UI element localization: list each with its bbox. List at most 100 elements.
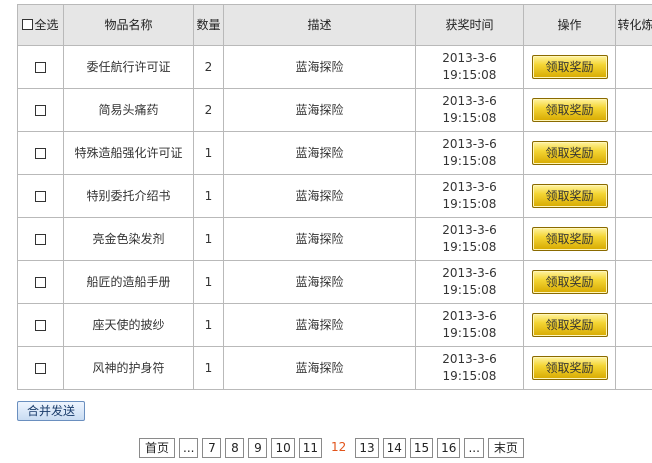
award-time: 19:15:08 <box>442 111 497 125</box>
table-row: 委任航行许可证 2 蓝海探险 2013-3-6 19:15:08 领取奖励 <box>17 45 652 89</box>
award-time: 19:15:08 <box>442 154 497 168</box>
table-header-row: 全选 物品名称 数量 描述 获奖时间 操作 转化炼成 <box>17 4 652 46</box>
claim-reward-button[interactable]: 领取奖励 <box>531 227 608 251</box>
page-link[interactable]: 10 <box>271 438 295 458</box>
quantity-cell: 1 <box>193 346 224 390</box>
page-link[interactable]: 13 <box>355 438 379 458</box>
pager-ellipsis-right[interactable]: ... <box>464 438 484 458</box>
row-select-cell <box>17 260 64 304</box>
award-time: 19:15:08 <box>442 68 497 82</box>
table-row: 风神的护身符 1 蓝海探险 2013-3-6 19:15:08 领取奖励 <box>17 346 652 390</box>
page-link[interactable]: 16 <box>437 438 461 458</box>
item-name-cell: 委任航行许可证 <box>63 45 194 89</box>
time-header: 获奖时间 <box>415 4 524 46</box>
action-cell: 领取奖励 <box>523 346 616 390</box>
action-cell: 领取奖励 <box>523 303 616 347</box>
row-select-cell <box>17 45 64 89</box>
item-name-cell: 船匠的造船手册 <box>63 260 194 304</box>
claim-reward-button[interactable]: 领取奖励 <box>531 98 608 122</box>
claim-reward-button[interactable]: 领取奖励 <box>531 270 608 294</box>
action-cell: 领取奖励 <box>523 45 616 89</box>
quantity-cell: 2 <box>193 88 224 132</box>
item-name-cell: 座天使的披纱 <box>63 303 194 347</box>
convert-cell <box>615 45 652 89</box>
award-date: 2013-3-6 <box>442 51 497 65</box>
page-link[interactable]: 11 <box>298 438 323 458</box>
convert-cell <box>615 346 652 390</box>
quantity-cell: 1 <box>193 260 224 304</box>
description-cell: 蓝海探险 <box>223 174 416 218</box>
claim-reward-button[interactable]: 领取奖励 <box>531 55 608 79</box>
current-page: 12 <box>326 438 352 456</box>
page-link[interactable]: 15 <box>409 438 434 458</box>
award-date: 2013-3-6 <box>442 352 497 366</box>
row-checkbox[interactable] <box>35 362 46 374</box>
quantity-cell: 2 <box>193 45 224 89</box>
quantity-header: 数量 <box>193 4 224 46</box>
quantity-cell: 1 <box>193 217 224 261</box>
description-cell: 蓝海探险 <box>223 45 416 89</box>
time-cell: 2013-3-6 19:15:08 <box>415 260 524 304</box>
convert-cell <box>615 303 652 347</box>
claim-reward-button[interactable]: 领取奖励 <box>531 141 608 165</box>
item-name-cell: 特殊造船强化许可证 <box>63 131 194 175</box>
page-link[interactable]: 14 <box>382 438 406 458</box>
award-time: 19:15:08 <box>442 369 497 383</box>
time-cell: 2013-3-6 19:15:08 <box>415 45 524 89</box>
award-date: 2013-3-6 <box>442 180 497 194</box>
row-select-cell <box>17 217 64 261</box>
table-row: 特殊造船强化许可证 1 蓝海探险 2013-3-6 19:15:08 领取奖励 <box>17 131 652 175</box>
table-row: 特别委托介绍书 1 蓝海探险 2013-3-6 19:15:08 领取奖励 <box>17 174 652 218</box>
award-time: 19:15:08 <box>442 240 497 254</box>
page-link[interactable]: 7 <box>202 438 222 458</box>
table-row: 船匠的造船手册 1 蓝海探险 2013-3-6 19:15:08 领取奖励 <box>17 260 652 304</box>
item-name-cell: 简易头痛药 <box>63 88 194 132</box>
table-row: 简易头痛药 2 蓝海探险 2013-3-6 19:15:08 领取奖励 <box>17 88 652 132</box>
row-select-cell <box>17 131 64 175</box>
description-header: 描述 <box>223 4 416 46</box>
pager-ellipsis-left[interactable]: ... <box>179 438 199 458</box>
item-name-header: 物品名称 <box>63 4 194 46</box>
claim-reward-button[interactable]: 领取奖励 <box>531 356 608 380</box>
last-page-link[interactable]: 末页 <box>487 438 524 458</box>
description-cell: 蓝海探险 <box>223 217 416 261</box>
page-link[interactable]: 9 <box>248 438 268 458</box>
item-name-cell: 风神的护身符 <box>63 346 194 390</box>
row-select-cell <box>17 174 64 218</box>
quantity-cell: 1 <box>193 131 224 175</box>
award-date: 2013-3-6 <box>442 223 497 237</box>
action-cell: 领取奖励 <box>523 131 616 175</box>
time-cell: 2013-3-6 19:15:08 <box>415 174 524 218</box>
page-link[interactable]: 8 <box>225 438 245 458</box>
convert-cell <box>615 88 652 132</box>
convert-cell <box>615 217 652 261</box>
row-checkbox[interactable] <box>35 61 46 73</box>
row-checkbox[interactable] <box>35 276 46 288</box>
merge-send-button[interactable]: 合并发送 <box>17 401 85 421</box>
row-checkbox[interactable] <box>35 319 46 331</box>
description-cell: 蓝海探险 <box>223 260 416 304</box>
description-cell: 蓝海探险 <box>223 303 416 347</box>
table-row: 座天使的披纱 1 蓝海探险 2013-3-6 19:15:08 领取奖励 <box>17 303 652 347</box>
convert-cell <box>615 131 652 175</box>
claim-reward-button[interactable]: 领取奖励 <box>531 313 608 337</box>
row-select-cell <box>17 303 64 347</box>
row-checkbox[interactable] <box>35 190 46 202</box>
row-checkbox[interactable] <box>35 147 46 159</box>
pagination: 首页 ... 7 8 9 10 11 12 13 14 15 16 ... 末页 <box>139 438 524 458</box>
row-checkbox[interactable] <box>35 233 46 245</box>
action-header: 操作 <box>523 4 616 46</box>
quantity-cell: 1 <box>193 174 224 218</box>
row-checkbox[interactable] <box>35 104 46 116</box>
first-page-link[interactable]: 首页 <box>139 438 176 458</box>
award-time: 19:15:08 <box>442 197 497 211</box>
award-time: 19:15:08 <box>442 283 497 297</box>
award-date: 2013-3-6 <box>442 94 497 108</box>
award-date: 2013-3-6 <box>442 266 497 280</box>
select-all-checkbox[interactable] <box>22 19 34 30</box>
time-cell: 2013-3-6 19:15:08 <box>415 303 524 347</box>
convert-cell <box>615 260 652 304</box>
claim-reward-button[interactable]: 领取奖励 <box>531 184 608 208</box>
reward-table: 全选 物品名称 数量 描述 获奖时间 操作 转化炼成 委任航行许可证2蓝海探险2… <box>17 4 652 390</box>
action-cell: 领取奖励 <box>523 88 616 132</box>
